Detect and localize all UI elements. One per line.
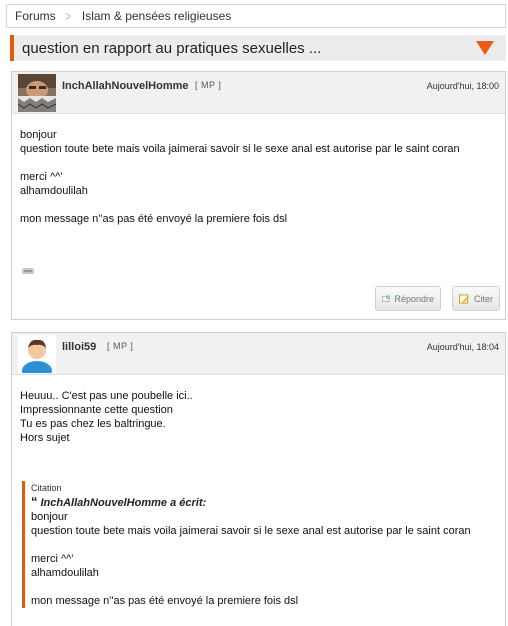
forum-post: lilloi59 [ MP ] Aujourd'hui, 18:04 Heuuu… — [11, 332, 506, 626]
quote-label: Citation — [31, 483, 62, 493]
post-body: bonjour question toute bete mais voila j… — [12, 114, 505, 226]
reply-button[interactable]: Répondre — [375, 286, 441, 311]
reply-icon — [382, 294, 390, 302]
quote-author-line: “InchAllahNouvelHomme a écrit: — [31, 495, 497, 510]
signature-icon — [22, 268, 34, 274]
post-author[interactable]: lilloi59 — [62, 341, 96, 353]
quote-mark-icon: “ — [31, 494, 38, 509]
breadcrumb: Forums > Islam & pensées religieuses — [6, 4, 506, 28]
cite-button[interactable]: Citer — [452, 286, 500, 311]
dropdown-arrow-icon[interactable] — [476, 41, 494, 55]
post-date: Aujourd'hui, 18:04 — [426, 342, 499, 352]
post-date: Aujourd'hui, 18:00 — [426, 81, 499, 91]
post-header: InchAllahNouvelHomme [ MP ] Aujourd'hui,… — [12, 72, 505, 114]
reply-label: Répondre — [394, 293, 434, 304]
topic-title: question en rapport au pratiques sexuell… — [22, 39, 322, 57]
forum-post: InchAllahNouvelHomme [ MP ] Aujourd'hui,… — [11, 71, 506, 320]
quote-block: Citation “InchAllahNouvelHomme a écrit: … — [22, 481, 497, 608]
post-text: bonjour question toute bete mais voila j… — [20, 129, 460, 225]
topic-title-bar: question en rapport au pratiques sexuell… — [10, 35, 506, 61]
breadcrumb-separator-icon: > — [64, 8, 71, 24]
breadcrumb-category[interactable]: Islam & pensées religieuses — [82, 9, 231, 23]
private-message-link[interactable]: [ MP ] — [107, 341, 133, 351]
post-text: Heuuu.. C'est pas une poubelle ici.. Imp… — [20, 390, 193, 444]
breadcrumb-forums[interactable]: Forums — [15, 9, 56, 23]
post-author[interactable]: InchAllahNouvelHomme — [62, 80, 189, 92]
post-header: lilloi59 [ MP ] Aujourd'hui, 18:04 — [12, 333, 505, 375]
private-message-link[interactable]: [ MP ] — [195, 80, 221, 90]
cite-label: Citer — [473, 293, 493, 304]
cite-icon — [459, 293, 470, 304]
avatar[interactable] — [18, 335, 56, 373]
avatar[interactable] — [18, 74, 56, 112]
quote-author[interactable]: InchAllahNouvelHomme a écrit: — [41, 497, 207, 509]
post-body: Heuuu.. C'est pas une poubelle ici.. Imp… — [12, 375, 505, 608]
quote-text: bonjour question toute bete mais voila j… — [31, 511, 471, 607]
